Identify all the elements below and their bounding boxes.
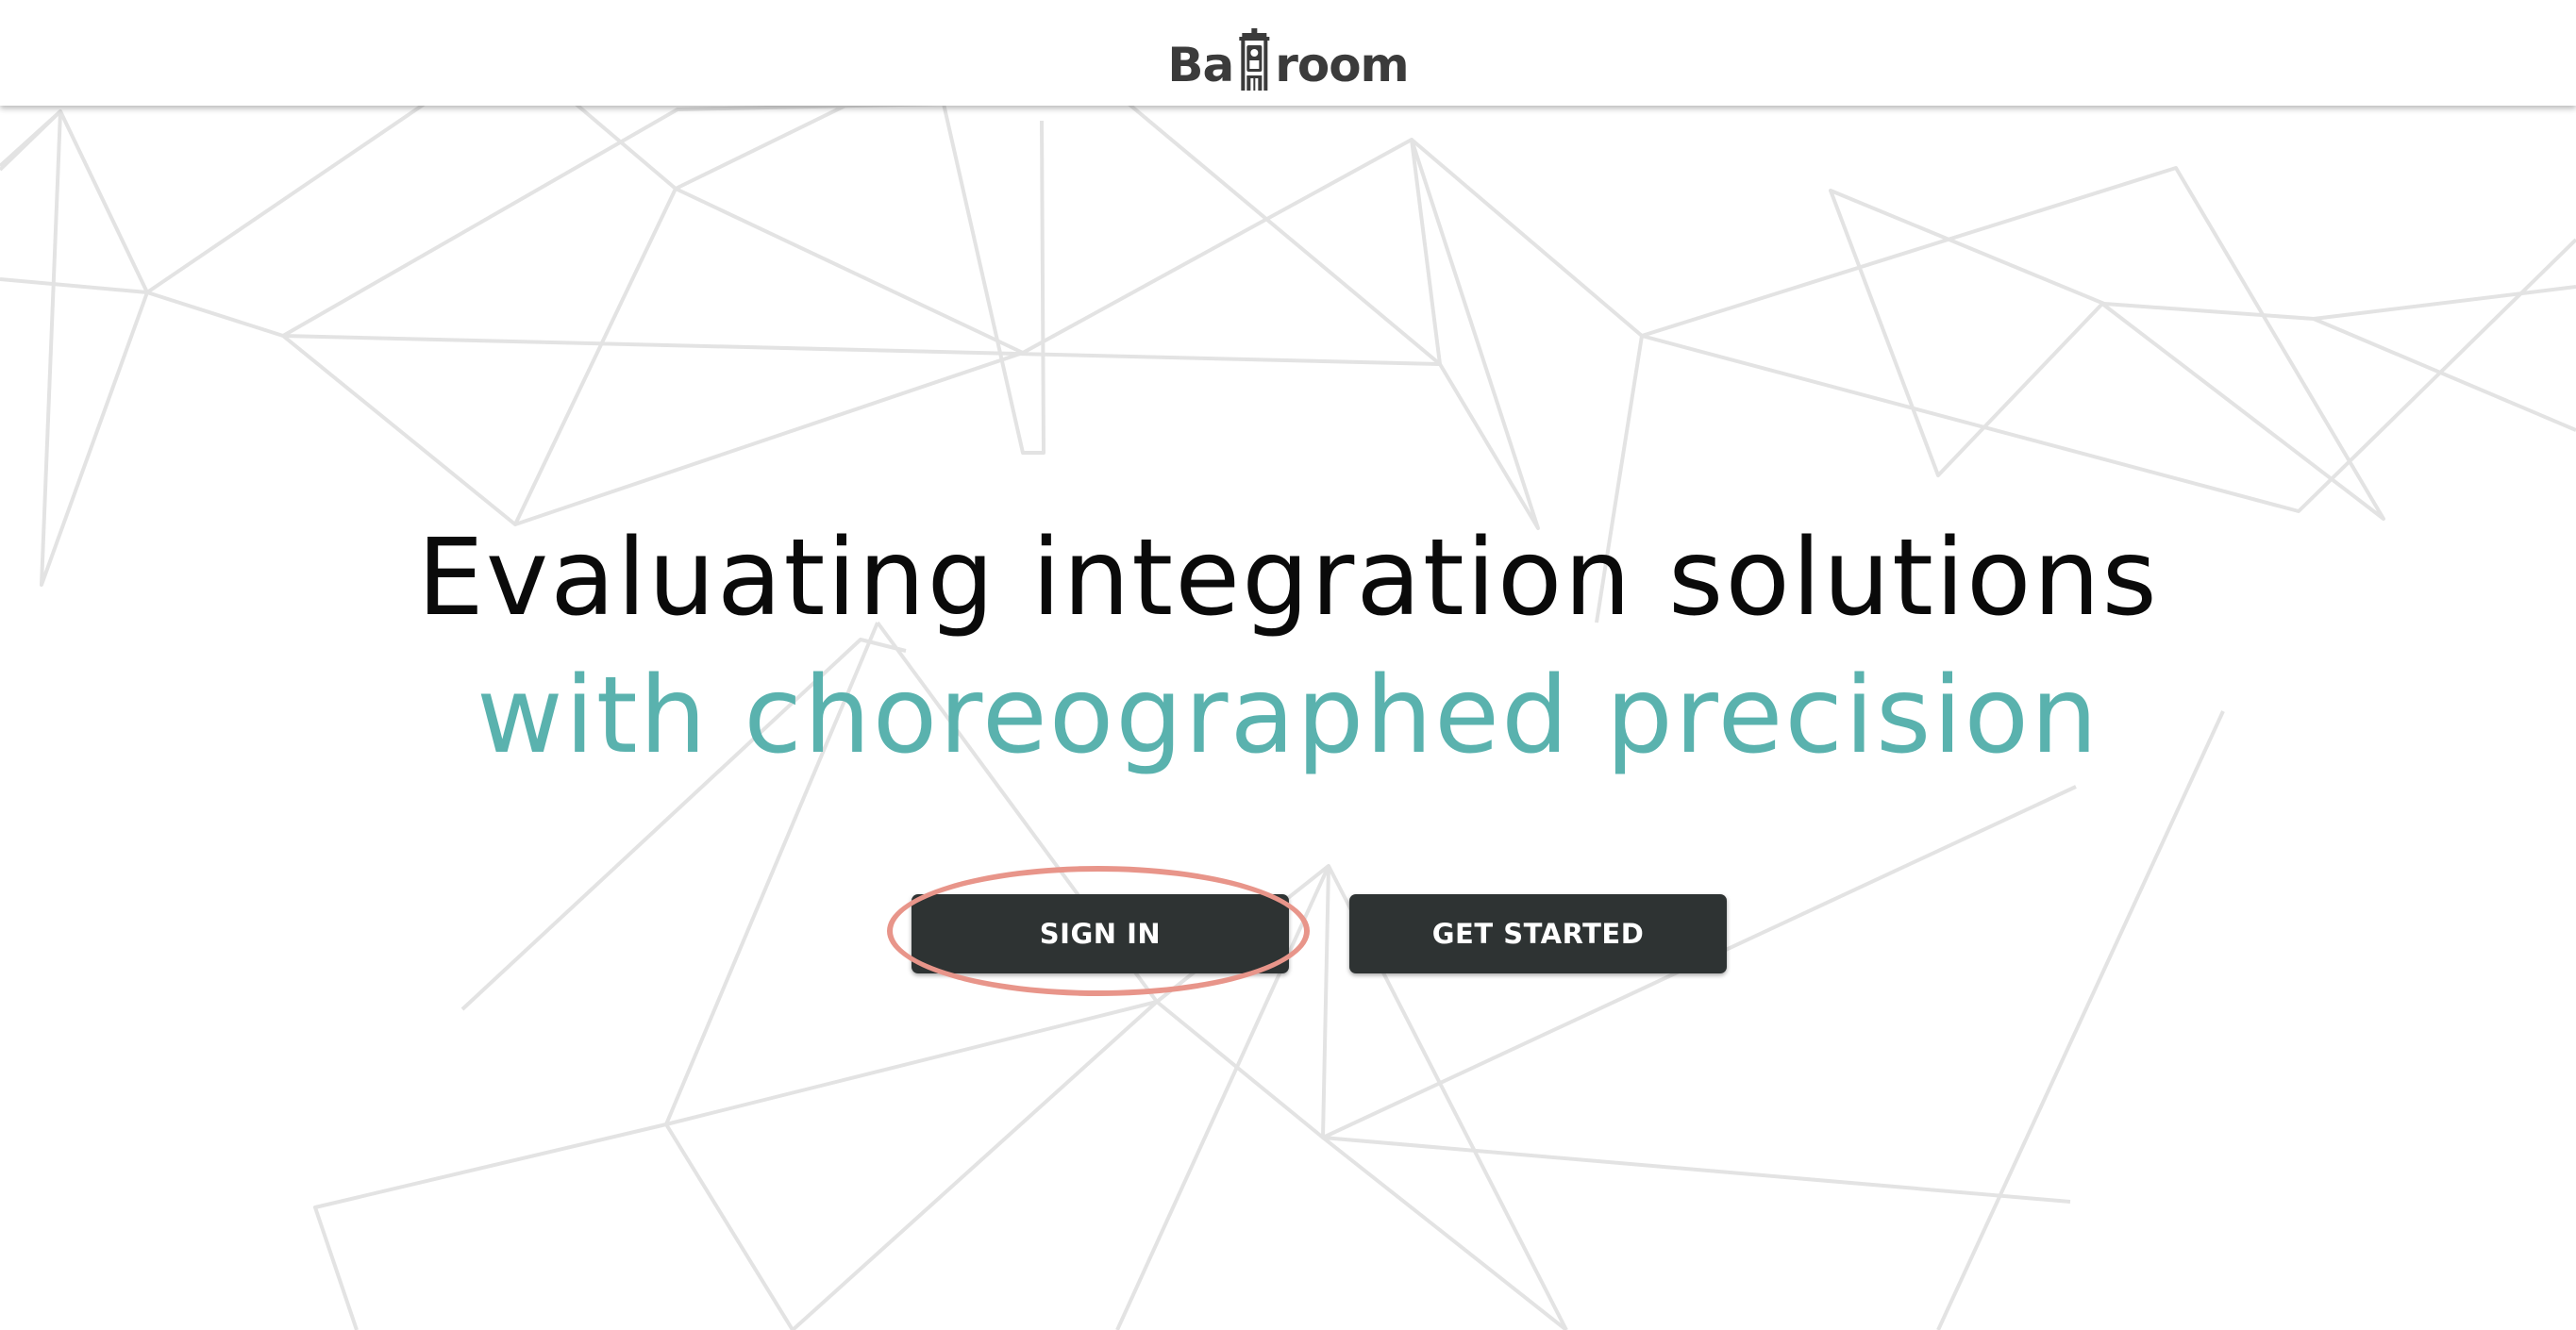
landing-page: Ba room Evaluating integration solutions…: [0, 0, 2576, 1330]
logo-text-left: Ba: [1167, 38, 1234, 92]
ballroom-logo[interactable]: Ba room: [1167, 17, 1410, 92]
hero-subtitle: with choreographed precision: [476, 655, 2100, 777]
hero-title: Evaluating integration solutions: [417, 517, 2159, 640]
hero-heading: Evaluating integration solutions with ch…: [0, 509, 2576, 785]
logo-text-right: room: [1275, 38, 1409, 92]
cta-buttons: SIGN IN GET STARTED: [0, 894, 2576, 973]
sign-in-button[interactable]: SIGN IN: [912, 894, 1289, 973]
get-started-button[interactable]: GET STARTED: [1349, 894, 1727, 973]
top-navbar: Ba room: [0, 0, 2576, 106]
ballroom-building-icon: [1239, 28, 1270, 91]
